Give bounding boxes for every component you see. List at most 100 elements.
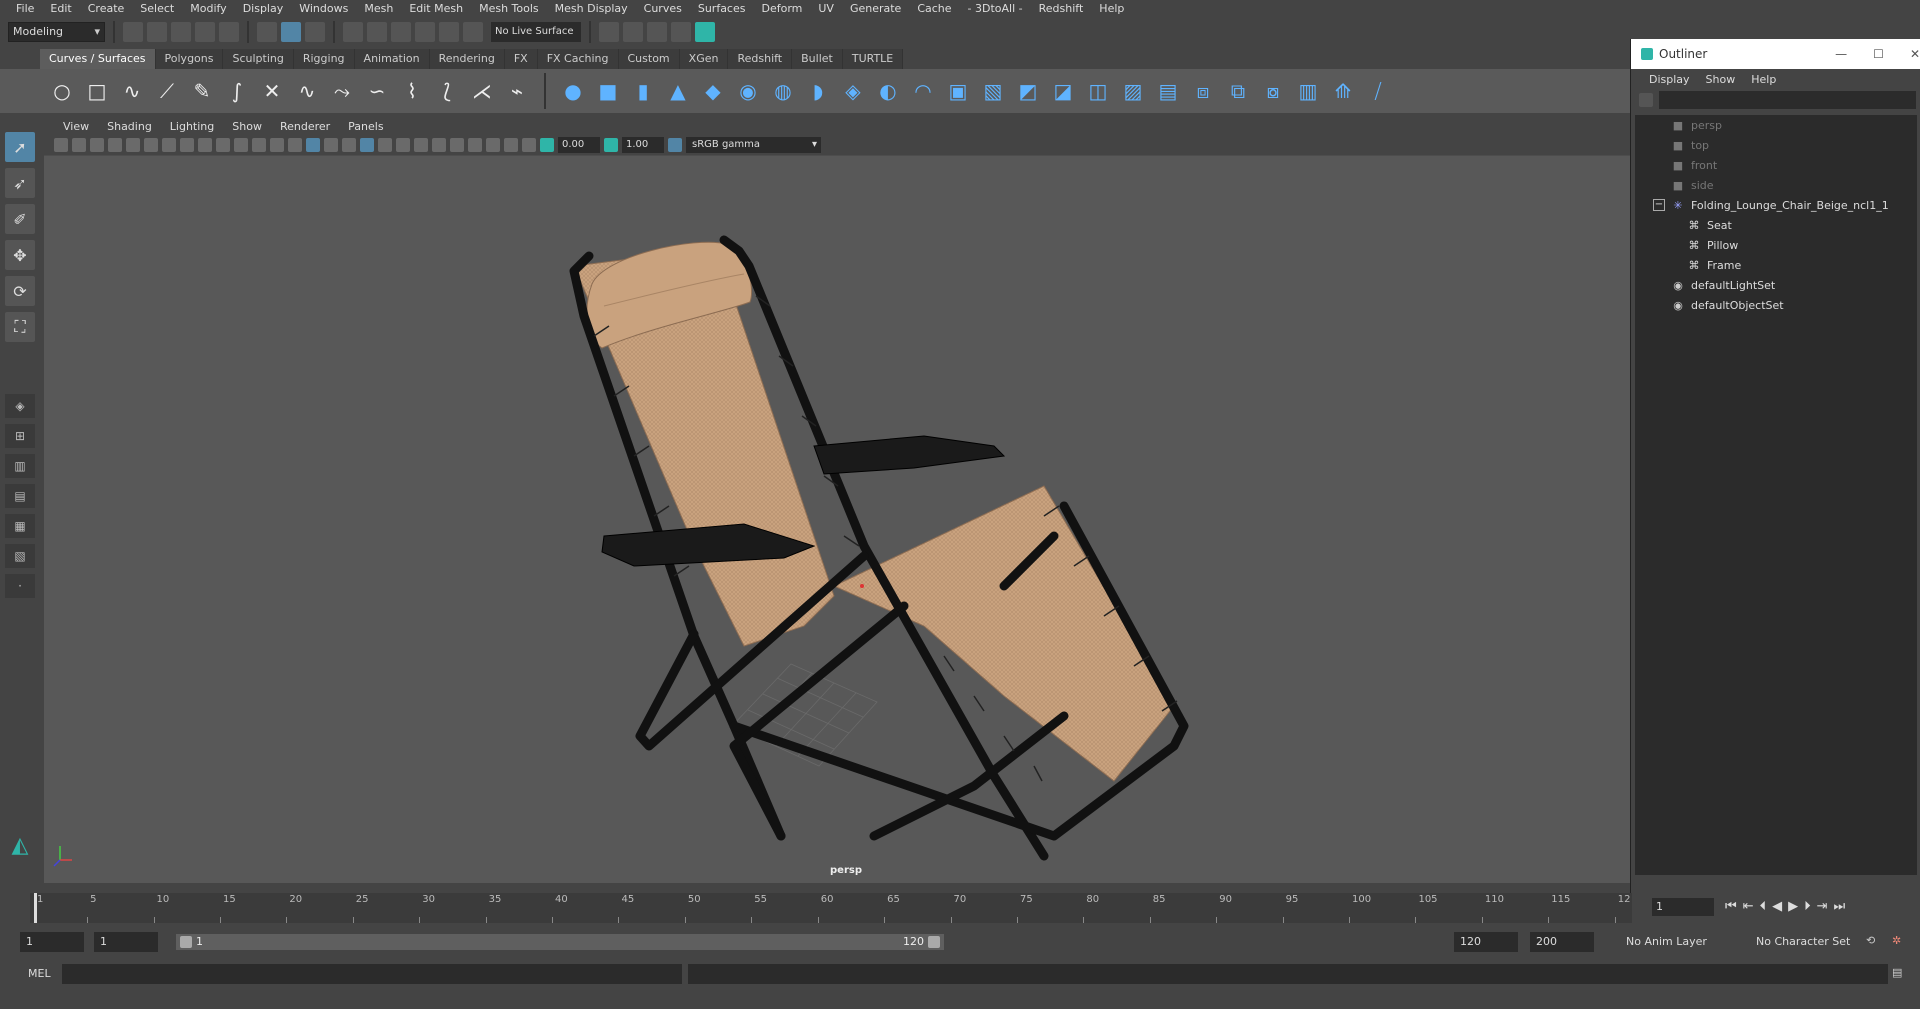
shelf-tab-xgen[interactable]: XGen	[679, 49, 729, 69]
outliner-item[interactable]: − ✳ Folding_Lounge_Chair_Beige_ncl1_1	[1635, 195, 1917, 215]
bevel-icon[interactable]: ◩	[1014, 77, 1042, 105]
redo-icon[interactable]	[219, 22, 239, 42]
rebuild-curve-icon[interactable]: ⟅	[433, 77, 461, 105]
outliner-item[interactable]: ■ front	[1635, 155, 1917, 175]
range-slider[interactable]: 1 120	[176, 934, 944, 950]
pencil-curve-icon[interactable]: ✎	[188, 77, 216, 105]
step-back-frame-icon[interactable]: ⏴	[1760, 899, 1767, 914]
menu-surfaces[interactable]: Surfaces	[690, 0, 754, 17]
undo-icon[interactable]	[195, 22, 215, 42]
outliner-item[interactable]: ⌘ Frame	[1635, 255, 1917, 275]
film-gate-icon[interactable]	[180, 138, 194, 152]
textured-icon[interactable]	[342, 138, 356, 152]
panel-menu-renderer[interactable]: Renderer	[271, 120, 339, 133]
panel-menu-show[interactable]: Show	[223, 120, 271, 133]
shelf-tab-fx[interactable]: FX	[504, 49, 538, 69]
detach-curve-icon[interactable]: ∿	[293, 77, 321, 105]
play-backward-icon[interactable]: ◀	[1772, 899, 1782, 914]
smooth-shade-icon[interactable]	[306, 138, 320, 152]
nurbs-torus-icon[interactable]: ◉	[734, 77, 762, 105]
nurbs-cube-icon[interactable]: ■	[594, 77, 622, 105]
menu-mesh-tools[interactable]: Mesh Tools	[471, 0, 547, 17]
anti-alias-icon[interactable]	[450, 138, 464, 152]
snap-grid-icon[interactable]	[343, 22, 363, 42]
xray-joints-icon[interactable]	[504, 138, 518, 152]
render-frame-icon[interactable]	[623, 22, 643, 42]
loft-icon[interactable]: ◗	[804, 77, 832, 105]
menu-windows[interactable]: Windows	[291, 0, 356, 17]
extrude-icon[interactable]: ◐	[874, 77, 902, 105]
outliner-item[interactable]: ◉ defaultObjectSet	[1635, 295, 1917, 315]
color-management-icon[interactable]	[668, 138, 682, 152]
layout-menu-icon[interactable]: ·	[5, 574, 35, 598]
save-scene-icon[interactable]	[171, 22, 191, 42]
menu-generate[interactable]: Generate	[842, 0, 909, 17]
outliner-item[interactable]: ■ persp	[1635, 115, 1917, 135]
menu-file[interactable]: File	[8, 0, 42, 17]
xray-components-icon[interactable]	[522, 138, 536, 152]
attach-curve-icon[interactable]: ✕	[258, 77, 286, 105]
gamma-field[interactable]: 1.00	[622, 137, 664, 153]
snap-magnet-icon[interactable]	[463, 22, 483, 42]
sculpt-surface-icon[interactable]: ⧸	[1364, 77, 1392, 105]
render-view-icon[interactable]	[695, 22, 715, 42]
outliner-menu-show[interactable]: Show	[1698, 73, 1744, 86]
menu-create[interactable]: Create	[80, 0, 133, 17]
shelf-tab-rigging[interactable]: Rigging	[293, 49, 355, 69]
menu-mesh-display[interactable]: Mesh Display	[547, 0, 636, 17]
step-back-key-icon[interactable]: ⇤	[1743, 899, 1754, 914]
play-forward-icon[interactable]: ▶	[1788, 899, 1798, 914]
character-set-select[interactable]: No Character Set	[1750, 932, 1860, 952]
nurbs-sphere-icon[interactable]: ●	[559, 77, 587, 105]
exposure-field[interactable]: 0.00	[558, 137, 600, 153]
project-curve-icon[interactable]: ◫	[1084, 77, 1112, 105]
render-settings-icon[interactable]	[599, 22, 619, 42]
extend-surface-icon[interactable]: ⟰	[1329, 77, 1357, 105]
ipr-render-icon[interactable]	[647, 22, 667, 42]
bookmark-icon[interactable]	[90, 138, 104, 152]
range-start-handle[interactable]	[180, 936, 192, 948]
grease-pencil-icon[interactable]	[144, 138, 158, 152]
maximize-icon[interactable]: ☐	[1873, 47, 1884, 61]
lasso-tool-icon[interactable]: ➶	[5, 168, 35, 198]
detach-surface-icon[interactable]: ⧉	[1224, 77, 1252, 105]
insert-knot-icon[interactable]: ⤳	[328, 77, 356, 105]
animation-end-field[interactable]: 200	[1530, 932, 1594, 952]
add-points-icon[interactable]: ⋌	[468, 77, 496, 105]
field-chart-icon[interactable]	[234, 138, 248, 152]
paint-select-icon[interactable]: ✐	[5, 204, 35, 234]
live-surface-field[interactable]: No Live Surface	[491, 22, 581, 42]
nurbs-plane-icon[interactable]: ◆	[699, 77, 727, 105]
viewport-3d[interactable]: persp	[44, 156, 1632, 883]
step-forward-frame-icon[interactable]: ⏵	[1804, 899, 1811, 914]
nurbs-cylinder-icon[interactable]: ▮	[629, 77, 657, 105]
intersect-icon[interactable]: ◪	[1049, 77, 1077, 105]
ambient-occlusion-icon[interactable]	[414, 138, 428, 152]
bezier-curve-icon[interactable]: ∫	[223, 77, 251, 105]
cv-curve-icon[interactable]: ∿	[118, 77, 146, 105]
untrim-icon[interactable]: ▤	[1154, 77, 1182, 105]
shadows-icon[interactable]	[396, 138, 410, 152]
snap-point-icon[interactable]	[391, 22, 411, 42]
snap-curve-icon[interactable]	[367, 22, 387, 42]
snap-view-icon[interactable]	[415, 22, 435, 42]
menu-cache[interactable]: Cache	[909, 0, 959, 17]
time-ruler[interactable]: 1 5 10 15 20 25 30 35 40 45 50 55 60 65 70 75 80 85 90 95 10…	[30, 893, 1632, 923]
menu-help[interactable]: Help	[1091, 0, 1132, 17]
menu-redshift[interactable]: Redshift	[1031, 0, 1092, 17]
rotate-tool-icon[interactable]: ⟳	[5, 276, 35, 306]
shelf-tab-curves-surfaces[interactable]: Curves / Surfaces	[40, 49, 156, 69]
script-editor-icon[interactable]: ▤	[1892, 966, 1902, 979]
safe-title-icon[interactable]	[270, 138, 284, 152]
extend-curve-icon[interactable]: ∽	[363, 77, 391, 105]
menu-deform[interactable]: Deform	[753, 0, 810, 17]
attach-surface-icon[interactable]: ⧈	[1189, 77, 1217, 105]
panel-menu-lighting[interactable]: Lighting	[161, 120, 223, 133]
panel-menu-shading[interactable]: Shading	[98, 120, 161, 133]
select-hierarchy-icon[interactable]	[257, 22, 277, 42]
isolate-select-icon[interactable]	[486, 138, 500, 152]
outliner-item[interactable]: ■ top	[1635, 135, 1917, 155]
menu-uv[interactable]: UV	[810, 0, 842, 17]
shelf-tab-sculpting[interactable]: Sculpting	[223, 49, 294, 69]
gamma-icon[interactable]	[604, 138, 618, 152]
